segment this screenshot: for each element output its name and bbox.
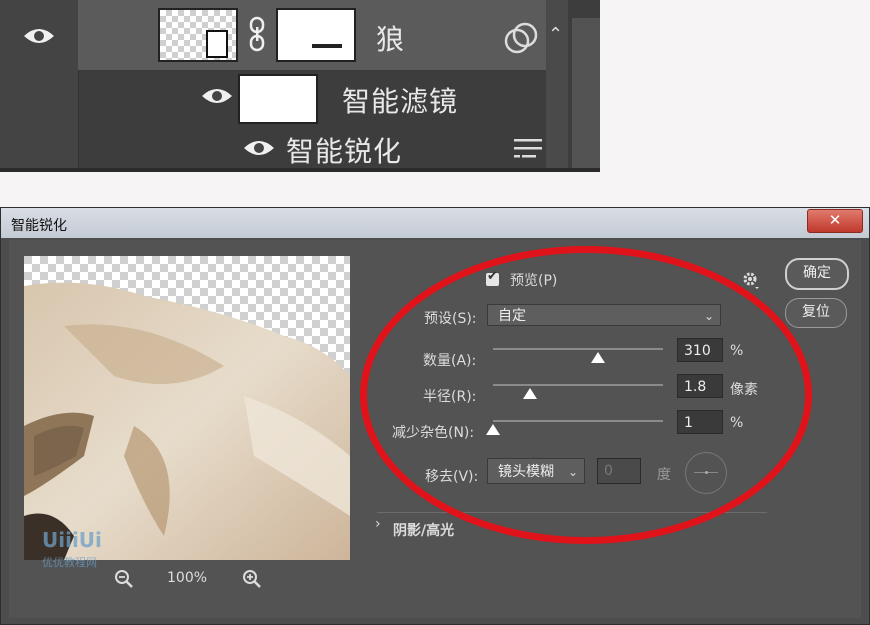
preset-dropdown[interactable]: 自定 ⌄ (487, 304, 721, 326)
remove-label: 移去(V): (425, 469, 479, 485)
preset-value: 自定 (498, 308, 526, 324)
amount-input[interactable]: 310 (677, 338, 723, 362)
layer-name[interactable]: 狼 (376, 18, 405, 58)
smart-object-overlap-icon (504, 22, 538, 54)
remove-value: 镜头模糊 (498, 464, 554, 480)
shadows-highlights-toggle[interactable]: 阴影/高光 (393, 520, 454, 540)
blending-options-icon[interactable] (512, 136, 544, 162)
collapse-chevron-icon[interactable]: ⌃ (548, 24, 563, 45)
link-chain-icon[interactable] (248, 16, 266, 52)
amount-slider-track[interactable] (493, 348, 663, 350)
layer-mask-thumbnail[interactable] (276, 8, 356, 62)
smart-object-badge-icon (206, 30, 228, 58)
amount-unit: % (730, 343, 744, 359)
eye-icon[interactable] (22, 26, 56, 46)
watermark-site: 优优教程网 (42, 556, 97, 569)
zoom-out-icon[interactable] (113, 568, 135, 590)
dialog-title: 智能锐化 (11, 218, 67, 234)
preset-label: 预设(S): (424, 311, 477, 327)
reduce-noise-unit: % (730, 415, 744, 431)
ok-button[interactable]: 确定 (785, 258, 849, 290)
radius-unit: 像素 (730, 382, 758, 398)
section-divider (377, 512, 767, 513)
wolf-fur-preview (24, 256, 350, 560)
reduce-noise-input[interactable]: 1 (677, 410, 723, 434)
chevron-down-icon: ⌄ (567, 465, 578, 479)
radius-slider-handle[interactable] (523, 388, 538, 399)
smart-sharpen-dialog: 智能锐化 ✕ 100% ✔ 预览(P) 确定 复位 预设(S): 自定 ⌄ 数量… (0, 207, 870, 625)
angle-input[interactable]: 0 (597, 458, 641, 484)
smart-filters-label[interactable]: 智能滤镜 (342, 80, 458, 120)
angle-unit: 度 (657, 467, 671, 483)
amount-label: 数量(A): (423, 353, 477, 369)
close-button[interactable]: ✕ (807, 209, 863, 233)
preview-image[interactable] (24, 256, 350, 560)
reduce-noise-label: 减少杂色(N): (392, 425, 475, 441)
eye-icon[interactable] (242, 138, 276, 158)
zoom-in-icon[interactable] (241, 568, 263, 590)
amount-slider-handle[interactable] (591, 352, 606, 363)
reset-button[interactable]: 复位 (785, 298, 847, 328)
reduce-noise-slider-handle[interactable] (486, 424, 500, 435)
zoom-level: 100% (167, 570, 208, 586)
radius-input[interactable]: 1.8 (677, 374, 723, 398)
preview-checkbox[interactable]: ✔ (486, 269, 499, 286)
scrollbar[interactable] (572, 18, 600, 172)
layers-panel: 狼 ⌃ 智能滤镜 智能锐化 (0, 0, 600, 172)
filter-name[interactable]: 智能锐化 (286, 130, 402, 170)
chevron-right-icon[interactable]: › (375, 516, 381, 532)
remove-dropdown[interactable]: 镜头模糊 ⌄ (487, 458, 585, 484)
smart-object-thumbnail[interactable] (158, 8, 238, 62)
angle-dial[interactable] (685, 452, 727, 494)
reduce-noise-slider-track[interactable] (493, 420, 663, 422)
dialog-content: 100% ✔ 预览(P) 确定 复位 预设(S): 自定 ⌄ 数量(A): 31… (9, 240, 861, 618)
dialog-titlebar[interactable]: 智能锐化 ✕ (1, 208, 869, 238)
radius-slider-track[interactable] (493, 384, 663, 386)
watermark-logo: UiiiUi (42, 528, 102, 552)
eye-icon[interactable] (200, 86, 234, 106)
chevron-down-icon: ⌄ (703, 309, 714, 323)
gear-icon[interactable] (741, 270, 761, 290)
radius-label: 半径(R): (423, 389, 477, 405)
check-icon: ✔ (487, 269, 498, 284)
preview-label[interactable]: 预览(P) (510, 270, 557, 290)
smart-filter-mask-thumbnail[interactable] (238, 74, 318, 124)
